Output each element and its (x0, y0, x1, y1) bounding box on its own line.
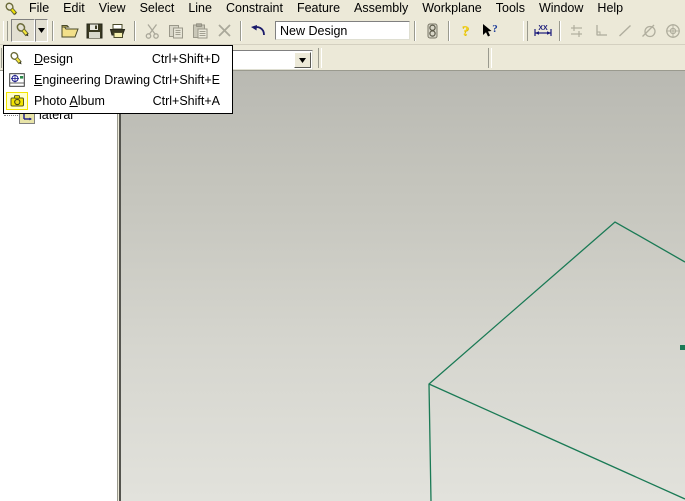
chevron-down-icon (38, 28, 45, 33)
undo-button[interactable] (246, 19, 270, 42)
menu-edit[interactable]: Edit (56, 0, 92, 17)
delete-x-icon (217, 24, 231, 37)
dropdown-item-engineering-drawing-accel: Ctrl+Shift+E (152, 72, 220, 87)
dimension-button[interactable]: XX (531, 19, 555, 42)
toolbar-separator (240, 20, 242, 41)
dimension-xx-icon: XX (534, 25, 552, 36)
menu-assembly[interactable]: Assembly (347, 0, 415, 17)
toolbar-separator (488, 48, 492, 68)
help-question-icon: ? ? (462, 23, 470, 39)
menu-view[interactable]: View (92, 0, 133, 17)
vertex-marker (680, 345, 685, 350)
dropdown-item-photo-album[interactable]: Photo Album Ctrl+Shift+A (4, 90, 232, 111)
cut-button[interactable] (140, 19, 164, 42)
paste-button[interactable] (188, 19, 212, 42)
menu-line[interactable]: Line (181, 0, 219, 17)
design-mode-dropdown-arrow[interactable] (35, 19, 48, 42)
chevron-down-icon (299, 57, 306, 63)
design-pencil-icon (16, 23, 29, 37)
workplane-combo[interactable] (231, 50, 313, 70)
tangent-constraint-icon (641, 24, 656, 37)
copy-icon (168, 24, 183, 38)
menu-workplane[interactable]: Workplane (415, 0, 489, 17)
align-constraint-icon (571, 24, 582, 37)
perpendicular-constraint-button[interactable] (589, 19, 613, 42)
toolbar-separator (448, 20, 450, 41)
dropdown-item-photo-album-label: Photo Album (34, 93, 105, 108)
menu-feature[interactable]: Feature (290, 0, 347, 17)
svg-text:?: ? (462, 23, 470, 39)
wireframe-polygon (428, 221, 685, 501)
line-constraint-button[interactable] (613, 19, 637, 42)
perpendicular-constraint-icon (596, 24, 607, 36)
delete-button[interactable] (212, 19, 236, 42)
help-button[interactable]: ? ? (454, 19, 478, 42)
svg-text:?: ? (492, 23, 498, 35)
menu-constraint[interactable]: Constraint (219, 0, 290, 17)
align-constraint-button[interactable] (565, 19, 589, 42)
save-button[interactable] (82, 19, 106, 42)
dropdown-item-engineering-drawing[interactable]: Engineering Drawing Ctrl+Shift+E (4, 69, 232, 90)
main-toolbar: New Design ? ? ? XX (0, 17, 685, 45)
cut-scissors-icon (145, 23, 159, 39)
design-mode-dropdown-menu[interactable]: Design Ctrl+Shift+D Engineering Drawing … (3, 45, 233, 114)
concentric-constraint-icon (666, 23, 680, 38)
dropdown-item-design[interactable]: Design Ctrl+Shift+D (4, 48, 232, 69)
design-pencil-icon (6, 50, 28, 68)
context-help-arrow-icon: ? (482, 23, 498, 36)
open-button[interactable] (58, 19, 82, 42)
toolbar-separator (134, 20, 136, 41)
dropdown-item-engineering-drawing-label: Engineering Drawing (34, 72, 151, 87)
svg-text:XX: XX (538, 25, 548, 32)
design-viewport[interactable] (119, 71, 685, 501)
menu-help[interactable]: Help (590, 0, 630, 17)
viewport-geometry (428, 221, 685, 501)
undo-arrow-icon (250, 25, 265, 36)
menu-window[interactable]: Window (532, 0, 590, 17)
workplane-combo-value (232, 51, 293, 69)
open-folder-icon (61, 24, 79, 37)
photo-album-icon (6, 91, 28, 110)
print-icon (109, 23, 126, 38)
menu-tools[interactable]: Tools (489, 0, 532, 17)
line-constraint-icon (619, 24, 631, 37)
model-tree-panel[interactable]: lateral (0, 71, 118, 501)
paste-icon (192, 22, 207, 38)
application-logo-icon (2, 1, 20, 17)
toolbar-separator (318, 48, 322, 68)
application-window: File Edit View Select Line Constraint Fe… (0, 0, 685, 501)
context-help-button[interactable]: ? (478, 19, 502, 42)
design-mode-button[interactable] (11, 19, 35, 42)
wireframe-edge-lower (428, 383, 685, 500)
dropdown-item-design-label: Design (34, 51, 73, 66)
toolbar-separator (559, 20, 561, 41)
link-chain-icon (427, 23, 437, 38)
print-button[interactable] (106, 19, 130, 42)
menu-select[interactable]: Select (133, 0, 182, 17)
engineering-drawing-icon (6, 71, 28, 89)
tree-connector (4, 114, 18, 117)
concentric-constraint-button[interactable] (661, 19, 685, 42)
save-floppy-icon (86, 23, 102, 38)
toolbar-grip[interactable] (3, 20, 8, 41)
dropdown-item-photo-album-accel: Ctrl+Shift+A (152, 93, 220, 108)
design-name-field[interactable]: New Design (275, 21, 410, 40)
link-button[interactable] (420, 19, 444, 42)
workplane-combo-arrow[interactable] (294, 52, 311, 68)
toolbar-separator (414, 20, 416, 41)
toolbar-separator (52, 20, 54, 41)
menu-file[interactable]: File (22, 0, 56, 17)
menu-bar: File Edit View Select Line Constraint Fe… (0, 0, 685, 17)
tangent-constraint-button[interactable] (637, 19, 661, 42)
dropdown-item-design-accel: Ctrl+Shift+D (151, 51, 220, 66)
copy-button[interactable] (164, 19, 188, 42)
toolbar-grip[interactable] (523, 20, 528, 41)
